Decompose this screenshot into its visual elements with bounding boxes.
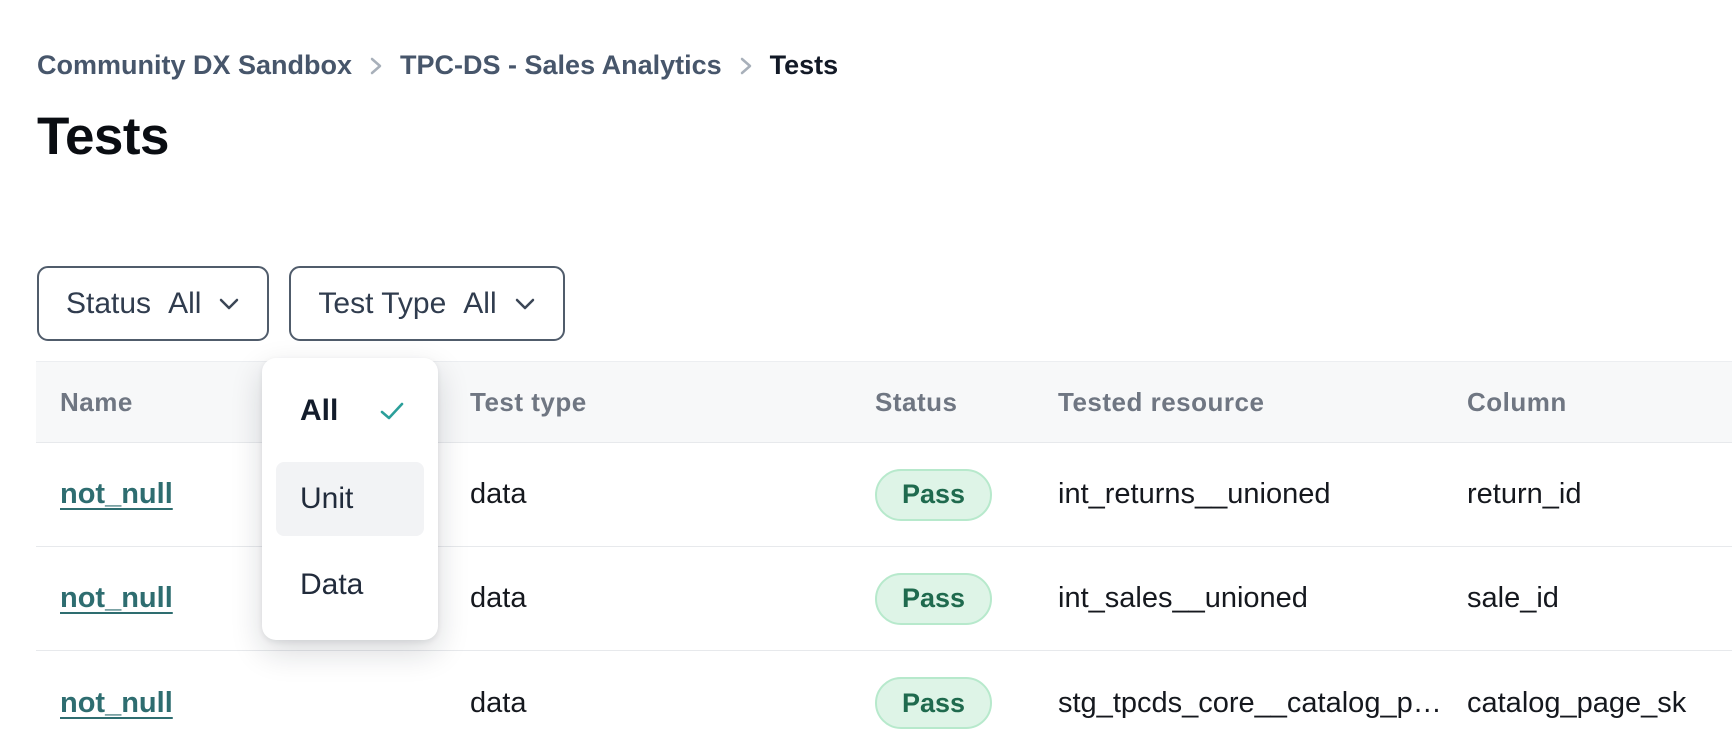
breadcrumb-current: Tests [770,50,839,81]
dropdown-option-data[interactable]: Data [276,548,424,622]
chevron-down-icon [218,297,240,311]
test-name-link[interactable]: not_null [60,687,173,719]
test-name-link[interactable]: not_null [60,478,173,510]
test-type-filter-label: Test Type [318,287,446,321]
status-badge: Pass [875,469,992,521]
tested-resource-cell: int_returns__unioned [1058,478,1467,511]
status-filter-label: Status [66,287,151,321]
breadcrumb-project[interactable]: TPC-DS - Sales Analytics [400,50,722,81]
column-cell: sale_id [1467,582,1732,615]
status-badge: Pass [875,677,992,729]
dropdown-option-label: Unit [300,482,353,516]
column-cell: return_id [1467,478,1732,511]
test-type-filter-value: All [463,287,496,321]
column-cell: catalog_page_sk [1467,687,1732,720]
chevron-down-icon [514,297,536,311]
test-type-cell: data [470,582,875,615]
test-type-cell: data [470,687,875,720]
tested-resource-cell: int_sales__unioned [1058,582,1467,615]
dropdown-option-all[interactable]: All [276,382,424,440]
test-type-filter-button[interactable]: Test Type All [289,266,564,341]
status-filter-value: All [168,287,201,321]
dropdown-option-label: All [300,394,338,428]
column-header-test-type: Test type [470,387,875,418]
test-type-dropdown-menu: All Unit Data [262,358,438,640]
table-row: not_null data Pass stg_tpcds_core__catal… [36,651,1732,755]
dropdown-option-unit[interactable]: Unit [276,462,424,536]
breadcrumb: Community DX Sandbox TPC-DS - Sales Anal… [37,50,838,81]
test-name-link[interactable]: not_null [60,582,173,614]
status-badge: Pass [875,573,992,625]
test-type-cell: data [470,478,875,511]
filter-bar: Status All Test Type All [37,266,565,341]
dropdown-option-label: Data [300,568,363,602]
page-title: Tests [37,106,169,167]
column-header-status: Status [875,387,1058,418]
column-header-column: Column [1467,387,1732,418]
status-filter-button[interactable]: Status All [37,266,269,341]
tested-resource-cell: stg_tpcds_core__catalog_p… [1058,687,1467,720]
breadcrumb-workspace[interactable]: Community DX Sandbox [37,50,352,81]
column-header-tested-resource: Tested resource [1058,387,1467,418]
chevron-right-icon [738,54,754,78]
check-icon [378,399,406,423]
chevron-right-icon [368,54,384,78]
